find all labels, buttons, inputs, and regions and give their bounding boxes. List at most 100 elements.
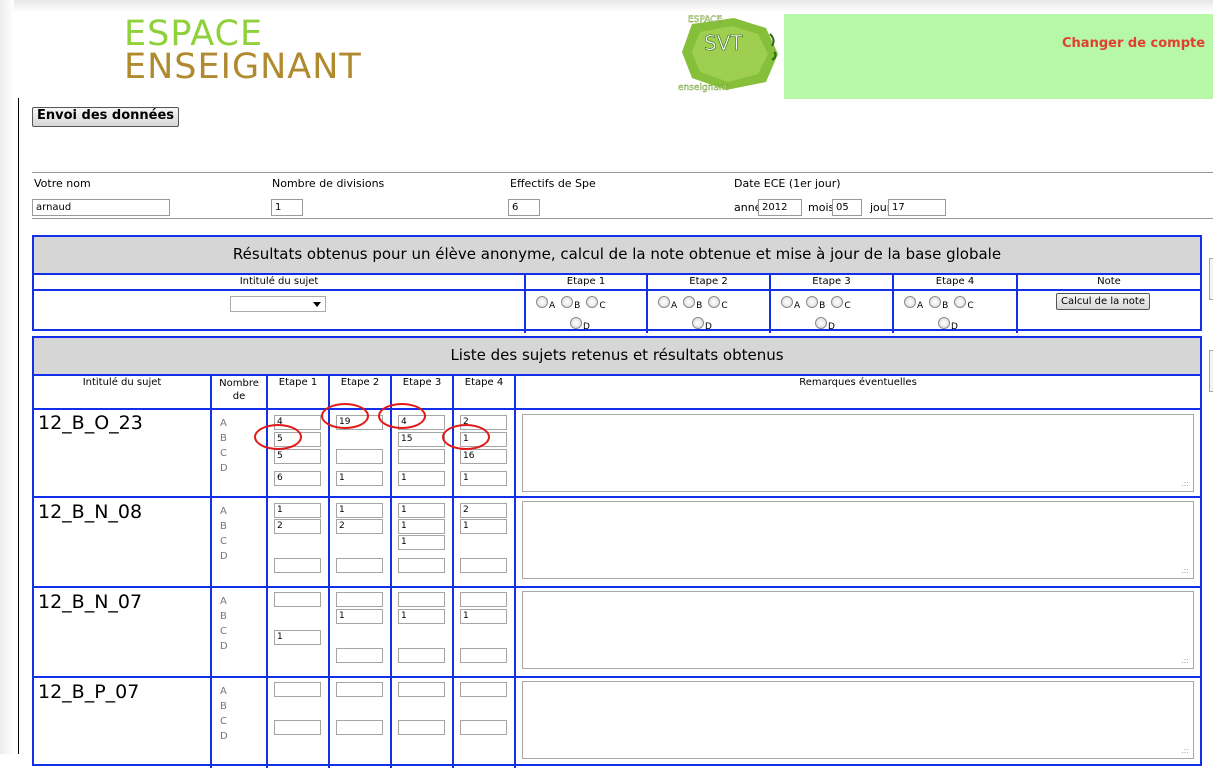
cell-input[interactable]: 1 bbox=[460, 609, 507, 624]
list-col-step-2: Etape 2 bbox=[340, 377, 380, 388]
divisions-input[interactable]: 1 bbox=[271, 199, 303, 216]
step-4-radio-d: D bbox=[938, 317, 964, 329]
day-input[interactable]: 17 bbox=[888, 199, 946, 216]
radio-step3-c[interactable] bbox=[831, 296, 844, 308]
radio-label: A bbox=[794, 301, 801, 311]
cell-input[interactable] bbox=[398, 648, 445, 663]
radio-step1-b[interactable] bbox=[561, 296, 574, 308]
cell-input[interactable] bbox=[460, 720, 507, 735]
spe-input[interactable]: 6 bbox=[508, 199, 540, 216]
remarks-textarea[interactable]: .:: bbox=[522, 501, 1194, 579]
espace-enseignant-logo: ESPACE ENSEIGNANT bbox=[124, 17, 362, 85]
divisions-label: Nombre de divisions bbox=[272, 177, 385, 190]
list-row-rule-2 bbox=[34, 586, 1200, 588]
spe-label: Effectifs de Spe bbox=[510, 177, 596, 190]
radio-label: C bbox=[844, 301, 851, 311]
radio-step1-a[interactable] bbox=[536, 296, 548, 308]
cell-input[interactable] bbox=[336, 720, 383, 735]
radio-step2-d[interactable] bbox=[692, 317, 704, 329]
cell-input[interactable]: 15 bbox=[398, 432, 445, 447]
results-header-rule bbox=[34, 289, 1200, 291]
cell-input[interactable] bbox=[398, 558, 445, 573]
radio-step4-c[interactable] bbox=[954, 296, 967, 308]
cell-input[interactable]: 2 bbox=[336, 519, 383, 534]
letter-a: A bbox=[220, 596, 227, 607]
radio-step3-d[interactable] bbox=[815, 317, 827, 329]
results-col-step-3: Etape 3 bbox=[812, 276, 851, 287]
cell-input[interactable]: 2 bbox=[460, 503, 507, 518]
cell-input[interactable]: 1 bbox=[336, 471, 383, 486]
cell-input[interactable]: 1 bbox=[460, 471, 507, 486]
cell-input[interactable]: 1 bbox=[336, 503, 383, 518]
cell-input[interactable]: 16 bbox=[460, 449, 507, 464]
step-3-radios: A B C bbox=[781, 296, 857, 311]
radio-label: D bbox=[705, 322, 712, 329]
cell-input[interactable] bbox=[274, 682, 321, 697]
letter-d: D bbox=[220, 641, 228, 652]
cell-input[interactable] bbox=[460, 558, 507, 573]
radio-step2-a[interactable] bbox=[658, 296, 670, 308]
cell-input[interactable] bbox=[460, 682, 507, 697]
month-input[interactable]: 05 bbox=[832, 199, 862, 216]
letter-d: D bbox=[220, 731, 228, 742]
cell-input[interactable] bbox=[398, 449, 445, 464]
remarks-textarea[interactable]: .:: bbox=[522, 591, 1194, 669]
cell-input[interactable]: 1 bbox=[460, 519, 507, 534]
window-shadow-left bbox=[0, 0, 14, 754]
name-input[interactable]: arnaud bbox=[32, 199, 170, 216]
cell-input[interactable]: 1 bbox=[274, 503, 321, 518]
svt-logo-main-text: SVT bbox=[704, 31, 743, 55]
send-data-button[interactable]: Envoi des données bbox=[32, 107, 180, 127]
cell-input[interactable] bbox=[336, 682, 383, 697]
resize-grip-icon[interactable]: .:: bbox=[1181, 479, 1189, 488]
cell-input[interactable] bbox=[274, 592, 321, 607]
radio-step3-b[interactable] bbox=[806, 296, 819, 308]
subject-select[interactable] bbox=[230, 296, 326, 312]
radio-step1-c[interactable] bbox=[586, 296, 599, 308]
cell-input[interactable] bbox=[336, 449, 383, 464]
compute-note-button[interactable]: Calcul de la note bbox=[1056, 293, 1150, 310]
step-1-radio-d: D bbox=[570, 317, 596, 329]
svt-logo: ESPACE SVT enseignant bbox=[678, 15, 778, 93]
svt-logo-top-text: ESPACE bbox=[688, 15, 723, 25]
change-account-link[interactable]: Changer de compte bbox=[1062, 36, 1205, 51]
resize-grip-icon[interactable]: .:: bbox=[1181, 656, 1189, 665]
scrollbar-edge[interactable] bbox=[1209, 350, 1213, 392]
cell-input[interactable] bbox=[274, 720, 321, 735]
cell-input[interactable] bbox=[336, 558, 383, 573]
year-input[interactable]: 2012 bbox=[758, 199, 802, 216]
radio-step4-d[interactable] bbox=[938, 317, 950, 329]
remarks-textarea[interactable]: .:: bbox=[522, 414, 1194, 492]
cell-input[interactable] bbox=[336, 592, 383, 607]
cell-input[interactable]: 1 bbox=[398, 535, 445, 550]
resize-grip-icon[interactable]: .:: bbox=[1181, 566, 1189, 575]
radio-step4-b[interactable] bbox=[929, 296, 942, 308]
cell-input[interactable]: 1 bbox=[336, 609, 383, 624]
remarks-textarea[interactable]: .:: bbox=[522, 681, 1194, 759]
cell-input[interactable]: 1 bbox=[398, 503, 445, 518]
radio-step3-a[interactable] bbox=[781, 296, 793, 308]
radio-step1-d[interactable] bbox=[570, 317, 582, 329]
annotation-circle bbox=[442, 424, 490, 450]
cell-input[interactable]: 1 bbox=[398, 519, 445, 534]
cell-input[interactable] bbox=[274, 558, 321, 573]
cell-input[interactable] bbox=[336, 648, 383, 663]
radio-step4-a[interactable] bbox=[904, 296, 916, 308]
radio-label: A bbox=[917, 301, 924, 311]
cell-input[interactable] bbox=[460, 592, 507, 607]
cell-input[interactable]: 1 bbox=[398, 471, 445, 486]
cell-input[interactable] bbox=[398, 592, 445, 607]
letter-c: C bbox=[220, 626, 227, 637]
scrollbar-edge[interactable] bbox=[1209, 258, 1213, 300]
radio-step2-c[interactable] bbox=[708, 296, 721, 308]
cell-input[interactable]: 1 bbox=[274, 630, 321, 645]
cell-input[interactable] bbox=[398, 682, 445, 697]
cell-input[interactable]: 5 bbox=[274, 449, 321, 464]
cell-input[interactable] bbox=[398, 720, 445, 735]
cell-input[interactable]: 1 bbox=[398, 609, 445, 624]
radio-step2-b[interactable] bbox=[683, 296, 696, 308]
cell-input[interactable] bbox=[460, 648, 507, 663]
cell-input[interactable]: 2 bbox=[274, 519, 321, 534]
step-1-radios: A B C bbox=[536, 296, 612, 311]
cell-input[interactable]: 6 bbox=[274, 471, 321, 486]
